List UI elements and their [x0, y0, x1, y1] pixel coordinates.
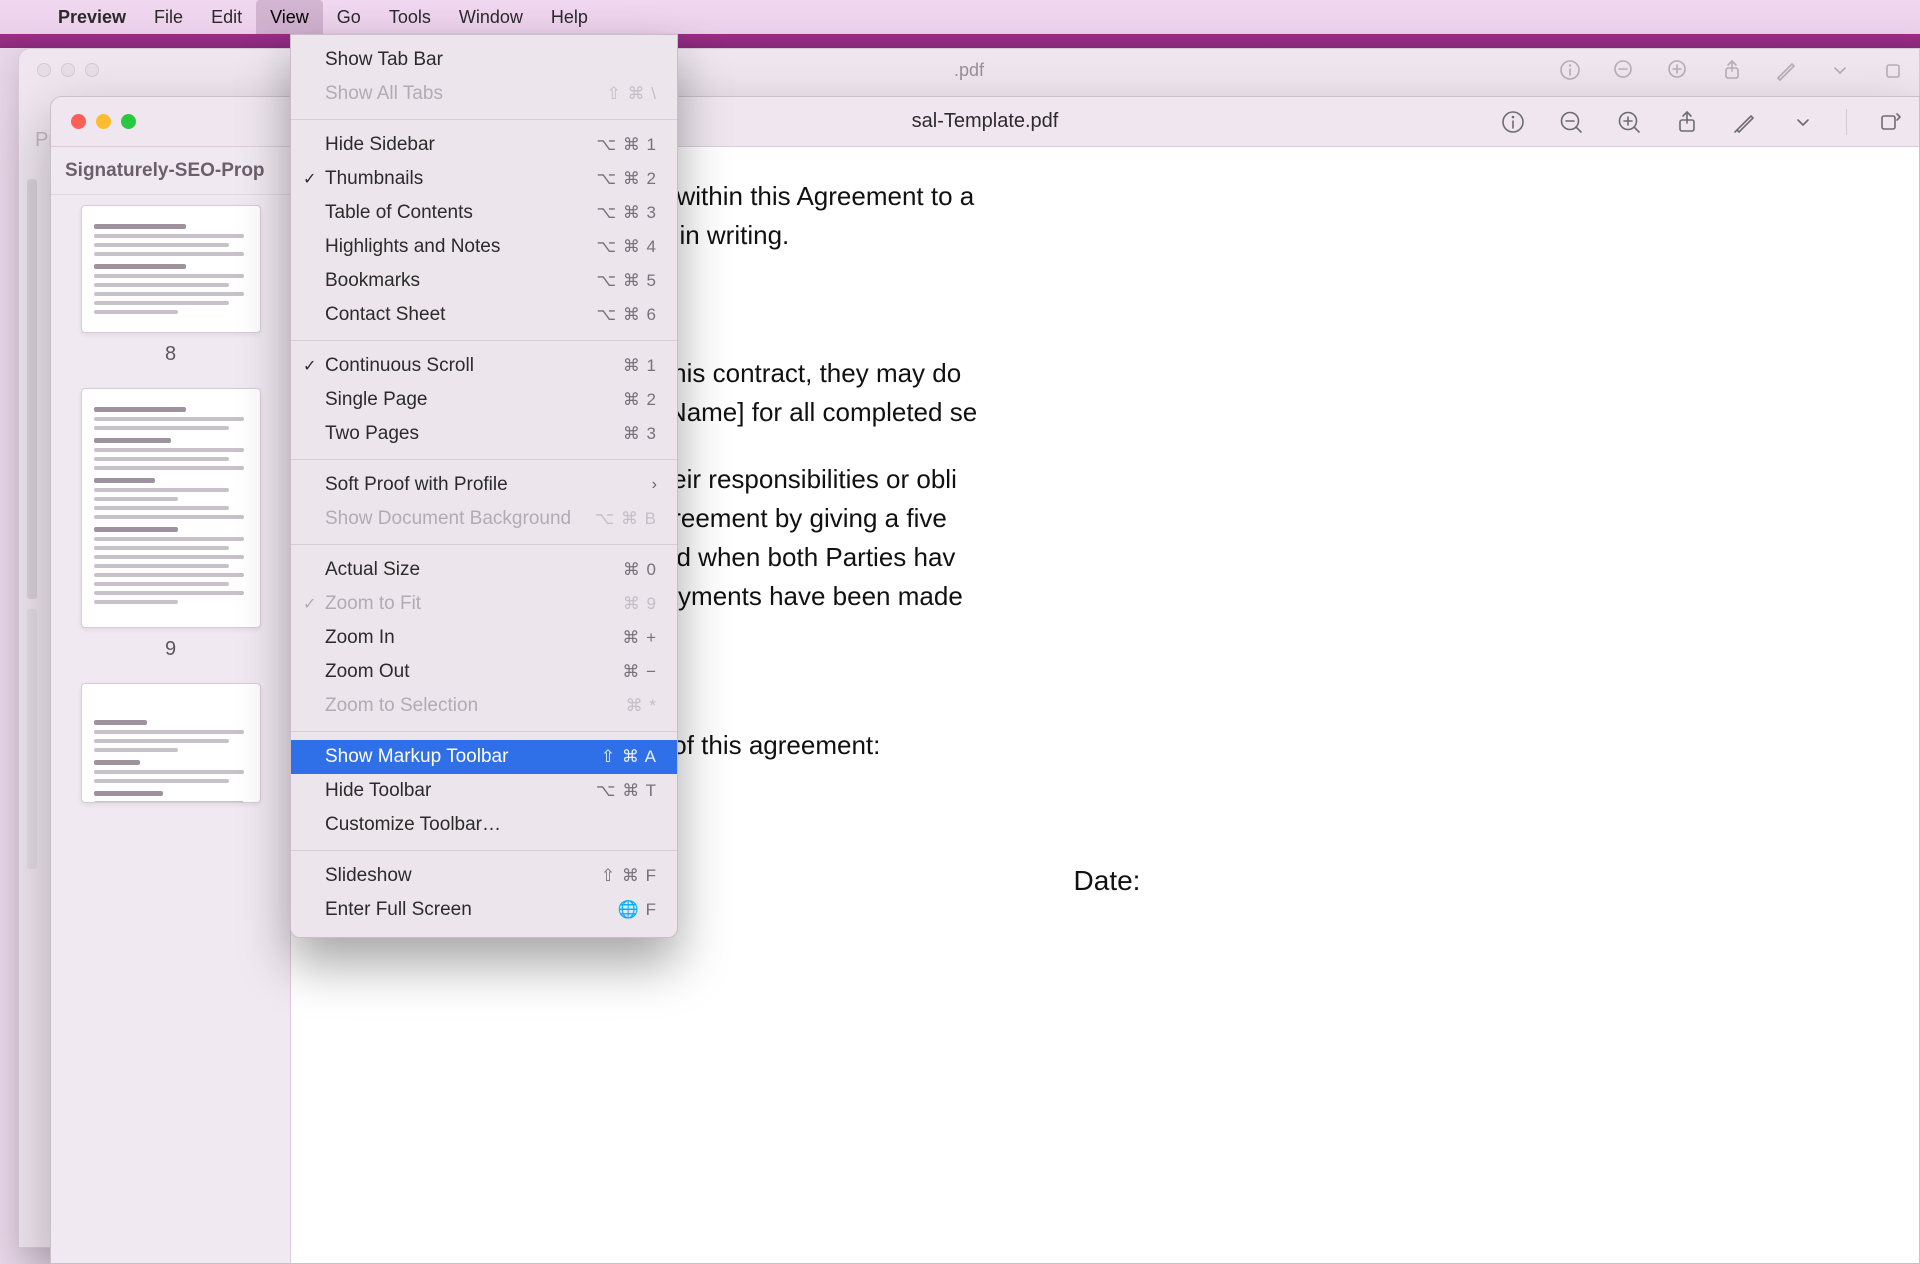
- zoom-out-icon[interactable]: [1556, 107, 1586, 137]
- menu-view[interactable]: View: [256, 0, 323, 34]
- sidebar-title: Signaturely-SEO-Prop: [51, 147, 290, 195]
- menu-hide-sidebar[interactable]: Hide Sidebar⌥ ⌘ 1: [291, 128, 677, 162]
- menu-show-doc-background: Show Document Background⌥ ⌘ B: [291, 502, 677, 536]
- wallpaper: [0, 34, 1920, 48]
- page-thumbnail[interactable]: [81, 683, 261, 803]
- bg-toolbar: [1557, 57, 1907, 83]
- menu-show-tab-bar[interactable]: Show Tab Bar: [291, 43, 677, 77]
- menu-actual-size[interactable]: Actual Size⌘ 0: [291, 553, 677, 587]
- menu-file[interactable]: File: [140, 0, 197, 34]
- view-menu-dropdown: Show Tab Bar Show All Tabs⇧ ⌘ \ Hide Sid…: [290, 34, 678, 938]
- fullscreen-window-button[interactable]: [121, 114, 136, 129]
- chevron-down-icon: [1827, 57, 1853, 83]
- zoom-in-icon[interactable]: [1614, 107, 1644, 137]
- menu-go[interactable]: Go: [323, 0, 375, 34]
- minimize-window-button[interactable]: [96, 114, 111, 129]
- info-icon: [1557, 57, 1583, 83]
- traffic-lights: [71, 114, 136, 129]
- menu-table-of-contents[interactable]: Table of Contents⌥ ⌘ 3: [291, 196, 677, 230]
- menu-bookmarks[interactable]: Bookmarks⌥ ⌘ 5: [291, 264, 677, 298]
- menu-zoom-to-selection: Zoom to Selection⌘ *: [291, 689, 677, 723]
- chevron-down-icon[interactable]: [1788, 107, 1818, 137]
- menu-continuous-scroll[interactable]: ✓Continuous Scroll⌘ 1: [291, 349, 677, 383]
- menu-zoom-to-fit: ✓Zoom to Fit⌘ 9: [291, 587, 677, 621]
- zoom-out-icon: [1611, 57, 1637, 83]
- page-thumbnail[interactable]: [81, 205, 261, 333]
- rotate-icon[interactable]: [1875, 107, 1905, 137]
- menu-hide-toolbar[interactable]: Hide Toolbar⌥ ⌘ T: [291, 774, 677, 808]
- chevron-right-icon: ›: [652, 476, 657, 494]
- menu-show-markup-toolbar[interactable]: Show Markup Toolbar⇧ ⌘ A: [291, 740, 677, 774]
- zoom-in-icon: [1665, 57, 1691, 83]
- page-number: 9: [61, 638, 280, 661]
- menu-contact-sheet[interactable]: Contact Sheet⌥ ⌘ 6: [291, 298, 677, 332]
- menu-customize-toolbar[interactable]: Customize Toolbar…: [291, 808, 677, 842]
- page-number: 8: [61, 343, 280, 366]
- menu-separator: [291, 119, 677, 120]
- rotate-icon: [1881, 57, 1907, 83]
- menu-edit[interactable]: Edit: [197, 0, 256, 34]
- markup-icon: [1773, 57, 1799, 83]
- thumbnail-sidebar: Signaturely-SEO-Prop 8: [51, 147, 291, 1263]
- menu-single-page[interactable]: Single Page⌘ 2: [291, 383, 677, 417]
- menu-tools[interactable]: Tools: [375, 0, 445, 34]
- markup-icon[interactable]: [1730, 107, 1760, 137]
- menubar: Preview File Edit View Go Tools Window H…: [0, 0, 1920, 34]
- bg-sidebar-fragment: [27, 179, 37, 599]
- menu-zoom-in[interactable]: Zoom In⌘ +: [291, 621, 677, 655]
- toolbar: [1498, 107, 1905, 137]
- menu-enter-full-screen[interactable]: Enter Full Screen🌐 F: [291, 893, 677, 927]
- menu-thumbnails[interactable]: ✓Thumbnails⌥ ⌘ 2: [291, 162, 677, 196]
- share-icon: [1719, 57, 1745, 83]
- check-icon: ✓: [303, 169, 316, 189]
- menu-separator: [291, 850, 677, 851]
- menu-soft-proof[interactable]: Soft Proof with Profile›: [291, 468, 677, 502]
- app-menu[interactable]: Preview: [44, 0, 140, 34]
- toolbar-separator: [1846, 109, 1847, 135]
- menu-separator: [291, 731, 677, 732]
- close-window-button[interactable]: [71, 114, 86, 129]
- bg-traffic-lights: [37, 63, 99, 77]
- page-thumbnail[interactable]: [81, 388, 261, 628]
- info-icon[interactable]: [1498, 107, 1528, 137]
- menu-two-pages[interactable]: Two Pages⌘ 3: [291, 417, 677, 451]
- menu-show-all-tabs: Show All Tabs⇧ ⌘ \: [291, 77, 677, 111]
- menu-highlights-notes[interactable]: Highlights and Notes⌥ ⌘ 4: [291, 230, 677, 264]
- check-icon: ✓: [303, 356, 316, 376]
- check-icon: ✓: [303, 594, 316, 614]
- menu-zoom-out[interactable]: Zoom Out⌘ −: [291, 655, 677, 689]
- menu-window[interactable]: Window: [445, 0, 537, 34]
- menu-slideshow[interactable]: Slideshow⇧ ⌘ F: [291, 859, 677, 893]
- menu-separator: [291, 340, 677, 341]
- menu-help[interactable]: Help: [537, 0, 602, 34]
- menu-separator: [291, 459, 677, 460]
- share-icon[interactable]: [1672, 107, 1702, 137]
- menu-separator: [291, 544, 677, 545]
- bg-sidebar-fragment-2: [27, 609, 37, 869]
